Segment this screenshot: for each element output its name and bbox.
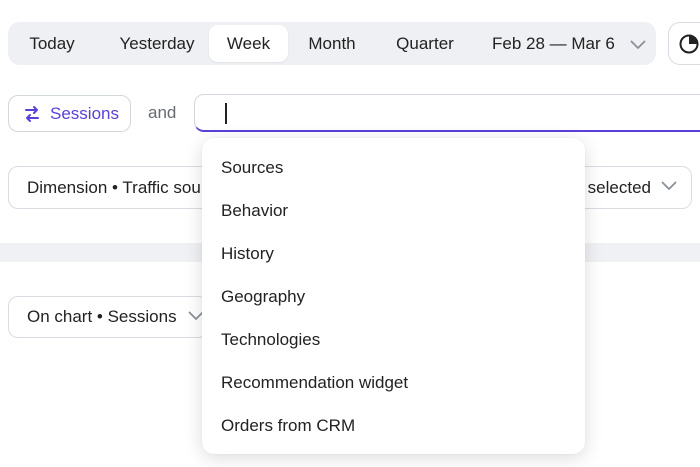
period-month[interactable]: Month [296, 25, 368, 62]
dimension-label: Dimension • Traffic source [27, 178, 225, 197]
text-caret [225, 103, 227, 124]
dropdown-item-sources[interactable]: Sources [202, 146, 585, 189]
period-selector: Today Yesterday Week Month Quarter Feb 2… [8, 22, 656, 65]
dropdown-item-technologies[interactable]: Technologies [202, 318, 585, 361]
page: Today Yesterday Week Month Quarter Feb 2… [0, 0, 700, 467]
chart-type-button[interactable] [668, 22, 700, 65]
period-quarter[interactable]: Quarter [384, 25, 466, 62]
on-chart-metric-selector[interactable]: On chart • Sessions [8, 296, 208, 338]
and-connector: and [148, 103, 177, 122]
transfer-arrows-icon [25, 106, 39, 122]
dropdown-item-history[interactable]: History [202, 232, 585, 275]
pie-chart-icon [679, 34, 699, 54]
sessions-chip-label: Sessions [50, 104, 119, 123]
dimension-selected-count: selected [587, 178, 651, 197]
date-range-picker[interactable]: Feb 28 — Mar 6 [492, 25, 646, 62]
date-range-label: Feb 28 — Mar 6 [492, 34, 615, 53]
segment-category-dropdown: Sources Behavior History Geography Techn… [202, 138, 585, 454]
period-week[interactable]: Week [209, 25, 288, 62]
dropdown-item-orders-from-crm[interactable]: Orders from CRM [202, 404, 585, 447]
segment-search-box[interactable] [194, 94, 700, 132]
dropdown-item-behavior[interactable]: Behavior [202, 189, 585, 232]
period-today[interactable]: Today [16, 25, 88, 62]
chevron-down-icon [661, 181, 677, 190]
sessions-segment-chip[interactable]: Sessions [8, 95, 131, 132]
segment-search-input[interactable] [195, 95, 700, 130]
dropdown-item-geography[interactable]: Geography [202, 275, 585, 318]
on-chart-label: On chart • Sessions [27, 307, 177, 326]
chevron-down-icon [630, 40, 645, 49]
dropdown-item-recommendation-widget[interactable]: Recommendation widget [202, 361, 585, 404]
period-yesterday[interactable]: Yesterday [104, 25, 210, 62]
